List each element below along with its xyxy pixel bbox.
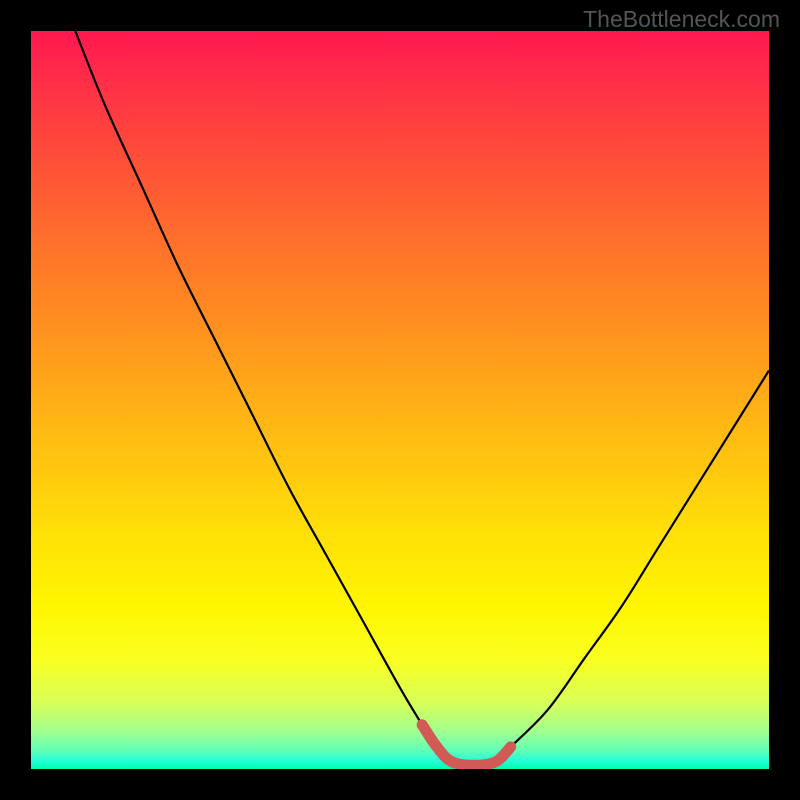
- bottleneck-curve-line: [75, 31, 769, 765]
- watermark-text: TheBottleneck.com: [583, 6, 780, 33]
- optimal-zone-highlight: [422, 725, 511, 766]
- chart-svg: [31, 31, 769, 769]
- gradient-plot-background: [31, 31, 769, 769]
